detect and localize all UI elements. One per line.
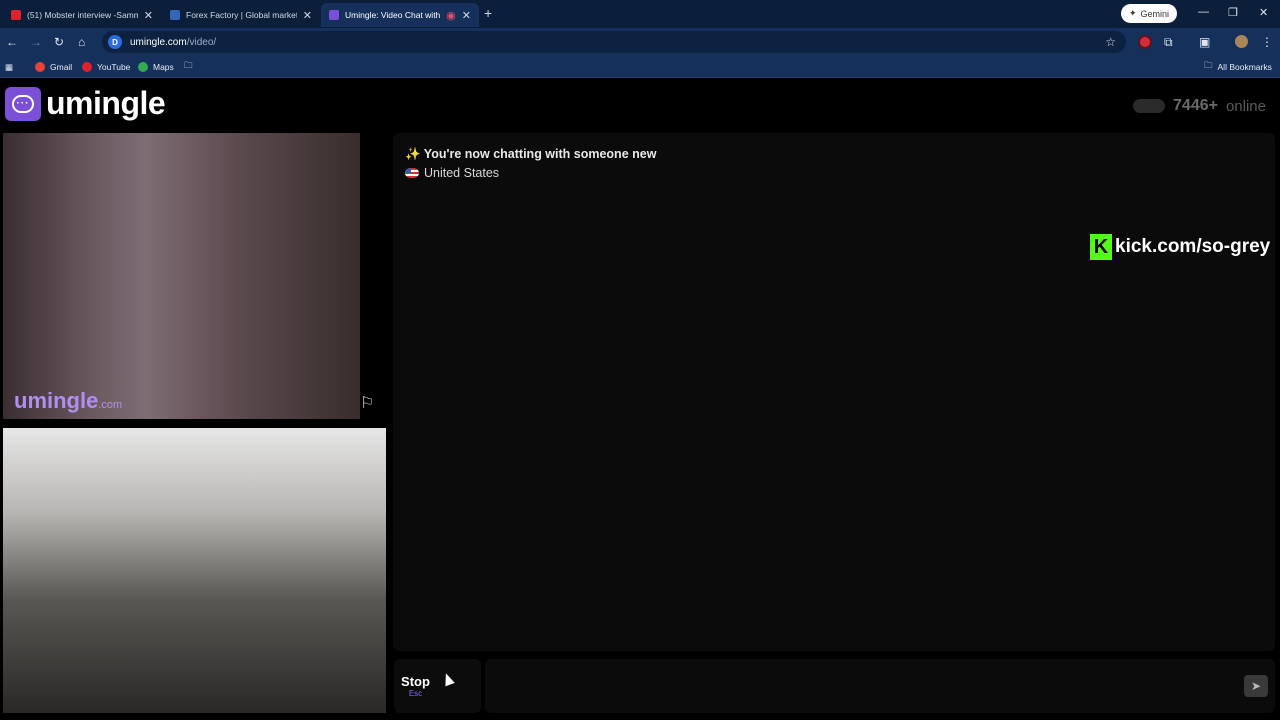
all-bookmarks-label: All Bookmarks bbox=[1217, 62, 1272, 72]
youtube-icon bbox=[82, 62, 92, 72]
tab-umingle[interactable]: Umingle: Video Chat with S ◉ ✕ bbox=[321, 3, 479, 27]
youtube-favicon-icon bbox=[11, 10, 21, 20]
stop-shortcut: Esc bbox=[408, 689, 423, 698]
bookmark-youtube[interactable]: YouTube bbox=[82, 60, 130, 74]
extensions-icon[interactable]: ⧉ bbox=[1164, 35, 1173, 50]
kick-url: kick.com/so-grey bbox=[1115, 236, 1271, 257]
tab-title: Umingle: Video Chat with S bbox=[345, 10, 441, 20]
online-count: 7446+ bbox=[1173, 97, 1218, 114]
plus-icon[interactable]: + bbox=[484, 5, 492, 21]
online-label: online bbox=[1225, 97, 1266, 115]
chat-panel bbox=[393, 133, 1275, 651]
report-flag-icon[interactable]: ⚐ bbox=[360, 393, 374, 413]
forward-icon[interactable]: → bbox=[30, 35, 42, 49]
url-path: /video/ bbox=[186, 36, 217, 48]
bookmark-label: YouTube bbox=[97, 62, 131, 72]
stranger-video bbox=[3, 133, 360, 419]
browser-toolbar: ← → ↻ ⌂ D umingle.com/video/ ☆ ⧉ ▣ ⋮ bbox=[0, 28, 1280, 56]
bookmarks-bar: ▦ Gmail YouTube Maps 🗀 🗀 All Bookmarks bbox=[0, 56, 1280, 78]
umingle-logo-icon[interactable]: ··· bbox=[5, 87, 41, 121]
side-panel-icon[interactable]: ▣ bbox=[1199, 35, 1210, 49]
tab-youtube[interactable]: (51) Mobster interview -Sammy ✕ bbox=[3, 3, 161, 27]
folder-icon: 🗀 bbox=[1204, 60, 1213, 70]
kick-overlay: K kick.com/so-grey bbox=[1090, 234, 1270, 260]
url-domain: umingle.com bbox=[130, 36, 187, 48]
self-video bbox=[3, 428, 386, 713]
all-bookmarks[interactable]: 🗀 All Bookmarks bbox=[1204, 60, 1272, 74]
kick-logo-icon: K bbox=[1090, 234, 1112, 260]
back-icon[interactable]: ← bbox=[6, 35, 18, 49]
online-toggle[interactable] bbox=[1133, 99, 1166, 113]
us-flag-icon bbox=[405, 168, 419, 178]
bookmark-maps[interactable]: Maps bbox=[138, 60, 174, 74]
close-tab-icon[interactable]: ✕ bbox=[303, 9, 312, 22]
watermark-domain: .com bbox=[98, 399, 123, 411]
gemini-label: Gemini bbox=[1140, 8, 1170, 19]
maps-icon bbox=[138, 62, 148, 72]
chat-country: United States bbox=[405, 166, 499, 180]
menu-icon[interactable]: ⋮ bbox=[1261, 35, 1273, 49]
tab-forex-factory[interactable]: Forex Factory | Global markets ✕ bbox=[162, 3, 320, 27]
url-text: umingle.com/video/ bbox=[130, 37, 216, 48]
video-watermark: umingle.com bbox=[14, 388, 122, 414]
record-extension-icon[interactable] bbox=[1140, 37, 1150, 47]
close-window-icon[interactable]: ✕ bbox=[1259, 6, 1268, 19]
address-bar[interactable]: D umingle.com/video/ ☆ bbox=[102, 31, 1126, 53]
restore-icon[interactable]: ❐ bbox=[1228, 6, 1238, 19]
site-info-icon[interactable]: D bbox=[108, 35, 122, 49]
online-counter: 7446+ online bbox=[1133, 97, 1266, 115]
minimize-icon[interactable]: — bbox=[1198, 6, 1209, 18]
country-label: United States bbox=[424, 166, 500, 180]
tab-title: (51) Mobster interview -Sammy bbox=[27, 10, 138, 20]
bookmark-star-icon[interactable]: ☆ bbox=[1105, 35, 1116, 49]
close-tab-icon[interactable]: ✕ bbox=[462, 9, 471, 22]
chat-message-input[interactable] bbox=[485, 659, 1275, 713]
recording-indicator-icon: ◉ bbox=[446, 9, 456, 22]
apps-grid-icon[interactable]: ▦ bbox=[5, 60, 13, 74]
chat-status-message: ✨ You're now chatting with someone new bbox=[405, 147, 657, 161]
site-header: ··· umingle 7446+ online bbox=[0, 79, 1280, 131]
umingle-favicon-icon bbox=[329, 10, 339, 20]
folder-icon[interactable]: 🗀 bbox=[184, 60, 193, 74]
site-brand[interactable]: umingle bbox=[46, 85, 166, 122]
browser-tab-bar: (51) Mobster interview -Sammy ✕ Forex Fa… bbox=[0, 0, 1280, 28]
tab-title: Forex Factory | Global markets bbox=[186, 10, 297, 20]
bookmark-label: Gmail bbox=[50, 62, 73, 72]
forex-favicon-icon bbox=[170, 10, 180, 20]
avatar[interactable] bbox=[1235, 35, 1248, 48]
gmail-icon bbox=[35, 62, 45, 72]
sparkle-icon: ✦ bbox=[1129, 8, 1137, 18]
stop-label: Stop bbox=[401, 674, 430, 689]
reload-icon[interactable]: ↻ bbox=[54, 35, 64, 49]
gemini-button[interactable]: ✦ Gemini bbox=[1121, 4, 1178, 23]
send-icon[interactable]: ➤ bbox=[1244, 675, 1268, 697]
close-tab-icon[interactable]: ✕ bbox=[144, 9, 153, 22]
bookmark-gmail[interactable]: Gmail bbox=[35, 60, 72, 74]
stop-button[interactable]: Stop Esc bbox=[394, 659, 481, 713]
watermark-brand: umingle bbox=[14, 388, 99, 413]
home-icon[interactable]: ⌂ bbox=[78, 35, 85, 49]
bookmark-label: Maps bbox=[153, 62, 174, 72]
